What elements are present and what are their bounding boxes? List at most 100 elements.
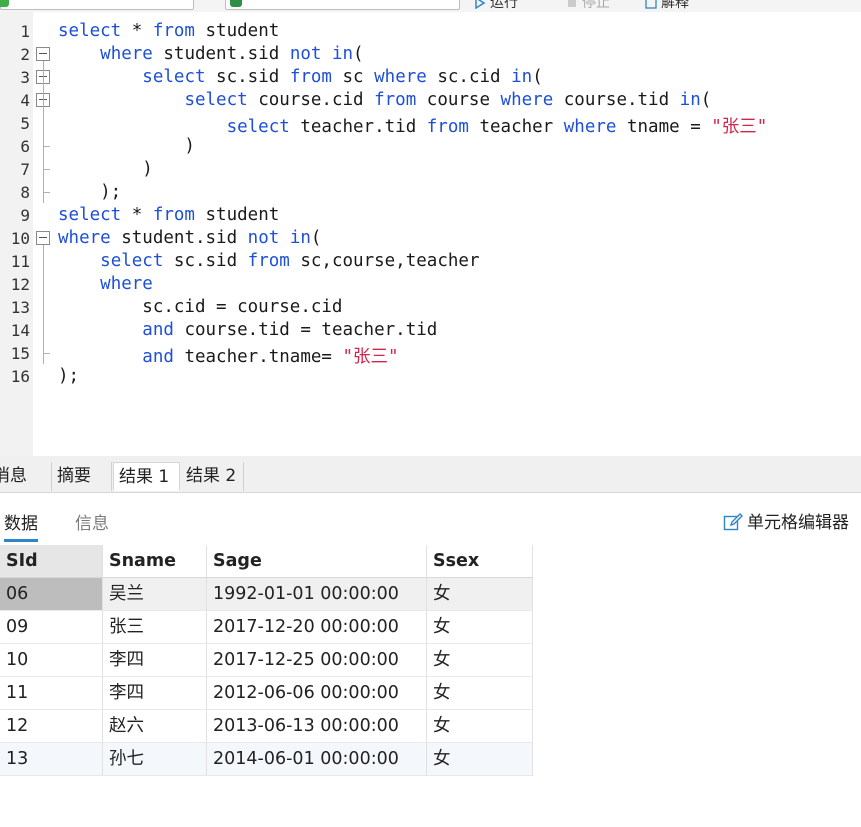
table-cell[interactable]: 孙七 (103, 743, 207, 776)
table-cell[interactable]: 2012-06-06 00:00:00 (207, 677, 427, 710)
stop-button[interactable]: 停止 (566, 0, 610, 12)
table-cell[interactable]: 赵六 (103, 710, 207, 743)
subtab-info[interactable]: 信息 (75, 509, 109, 539)
sql-keyword: from (374, 90, 417, 110)
sql-keyword: not (289, 44, 322, 64)
table-row[interactable]: 09 张三 2017-12-20 00:00:00 女 (0, 611, 533, 644)
table-cell[interactable]: 2013-06-13 00:00:00 (207, 710, 427, 743)
table-row[interactable]: 10 李四 2017-12-25 00:00:00 女 (0, 644, 533, 677)
table-header-row: SId Sname Sage Ssex (0, 545, 533, 578)
table-cell[interactable]: 13 (0, 743, 103, 776)
code-line[interactable]: 15 and teacher.tname= "张三" (0, 341, 861, 367)
table-cell[interactable]: 吴兰 (103, 578, 207, 611)
code-line[interactable]: 2 where student.sid not in( (0, 42, 861, 65)
code-text: select course.cid from course where cour… (58, 90, 711, 110)
sql-text: ); (58, 182, 122, 202)
table-cell[interactable]: 女 (427, 743, 533, 776)
table-cell[interactable]: 11 (0, 677, 103, 710)
connection-select[interactable] (0, 0, 194, 10)
column-header[interactable]: Ssex (427, 545, 533, 578)
sql-text: ( (700, 90, 712, 110)
line-number: 14 (10, 321, 30, 340)
table-cell[interactable]: 06 (0, 578, 103, 611)
table-cell[interactable]: 女 (427, 578, 533, 611)
code-line[interactable]: 14 and course.tid = teacher.tid (0, 318, 861, 341)
sql-text: ( (310, 228, 322, 248)
table-row[interactable]: 13 孙七 2014-06-01 00:00:00 女 (0, 743, 533, 776)
table-cell[interactable]: 李四 (103, 677, 207, 710)
table-row[interactable]: 12 赵六 2013-06-13 00:00:00 女 (0, 710, 533, 743)
cell-editor-button[interactable]: 单元格编辑器 (723, 508, 849, 533)
sql-editor[interactable]: 1 select * from student 2 where student.si… (0, 12, 861, 456)
subtab-data-label: 数据 (4, 514, 38, 534)
column-header[interactable]: Sage (207, 545, 427, 578)
code-line[interactable]: 5 select teacher.tid from teacher where … (0, 111, 861, 137)
table-cell[interactable]: 1992-01-01 00:00:00 (207, 578, 427, 611)
table-cell[interactable]: 女 (427, 710, 533, 743)
table-row[interactable]: 06 吴兰 1992-01-01 00:00:00 女 (0, 578, 533, 611)
table-cell[interactable]: 2014-06-01 00:00:00 (207, 743, 427, 776)
explain-button[interactable]: 解释 (645, 0, 689, 12)
table-cell[interactable]: 女 (427, 644, 533, 677)
code-line[interactable]: 10 where student.sid not in( (0, 226, 861, 249)
sql-text: sc.cid = course.cid (58, 297, 343, 317)
code-line[interactable]: 9 select * from student (0, 203, 861, 226)
sql-text: ) (58, 159, 153, 179)
line-number: 16 (10, 367, 30, 386)
code-line[interactable]: 6 ) (0, 134, 861, 157)
code-text: ); (58, 182, 121, 202)
table-cell[interactable]: 李四 (103, 644, 207, 677)
code-line[interactable]: 7 ) (0, 157, 861, 180)
table-cell[interactable]: 2017-12-25 00:00:00 (207, 644, 427, 677)
tab-messages-label: 消息 (0, 466, 27, 486)
fold-toggle-icon[interactable] (36, 47, 50, 61)
toolbar: 运行 停止 解释 (0, 0, 861, 12)
cell-editor-label: 单元格编辑器 (747, 513, 849, 533)
code-line[interactable]: 3 select sc.sid from sc where sc.cid in( (0, 65, 861, 88)
sql-keyword: from (152, 21, 195, 41)
code-text: ); (58, 366, 79, 386)
tab-result-1[interactable]: 结果 1 (113, 462, 180, 491)
code-line[interactable]: 4 select course.cid from course where co… (0, 88, 861, 111)
code-line[interactable]: 1 select * from student (0, 19, 861, 42)
code-line[interactable]: 8 ); (0, 180, 861, 203)
code-line[interactable]: 12 where (0, 272, 861, 295)
table-cell[interactable]: 女 (427, 677, 533, 710)
table-cell[interactable]: 10 (0, 644, 103, 677)
line-number: 2 (20, 45, 30, 64)
code-line[interactable]: 11 select sc.sid from sc,course,teacher (0, 249, 861, 272)
line-number: 8 (20, 183, 30, 202)
code-line[interactable]: 13 sc.cid = course.cid (0, 295, 861, 318)
table-row[interactable]: 11 李四 2012-06-06 00:00:00 女 (0, 677, 533, 710)
fold-guide-line (43, 245, 44, 364)
tab-messages[interactable]: 消息 (0, 462, 52, 491)
run-button[interactable]: 运行 (474, 0, 518, 12)
table-cell[interactable]: 12 (0, 710, 103, 743)
code-text: where student.sid not in( (58, 44, 363, 64)
subtab-data[interactable]: 数据 (4, 509, 38, 542)
fold-end-marker (43, 353, 50, 354)
table-cell[interactable]: 女 (427, 611, 533, 644)
column-header[interactable]: SId (0, 545, 103, 578)
line-number: 13 (10, 298, 30, 317)
code-line[interactable]: 16); (0, 364, 861, 387)
sql-keyword: from (247, 251, 290, 271)
tab-summary[interactable]: 摘要 (52, 462, 112, 491)
table-cell[interactable]: 2017-12-20 00:00:00 (207, 611, 427, 644)
table-cell[interactable]: 张三 (103, 611, 207, 644)
fold-toggle-icon[interactable] (36, 231, 50, 245)
sql-keyword: in (679, 90, 701, 110)
tab-result-2[interactable]: 结果 2 (181, 462, 244, 491)
column-header[interactable]: Sname (103, 545, 207, 578)
sql-text: sc.sid (205, 67, 290, 87)
results-panel: 消息 摘要 结果 1 结果 2 数据 信息 单元格编辑器 SId Sname Sag… (0, 456, 861, 827)
database-select[interactable] (225, 0, 460, 10)
table-cell[interactable]: 09 (0, 611, 103, 644)
